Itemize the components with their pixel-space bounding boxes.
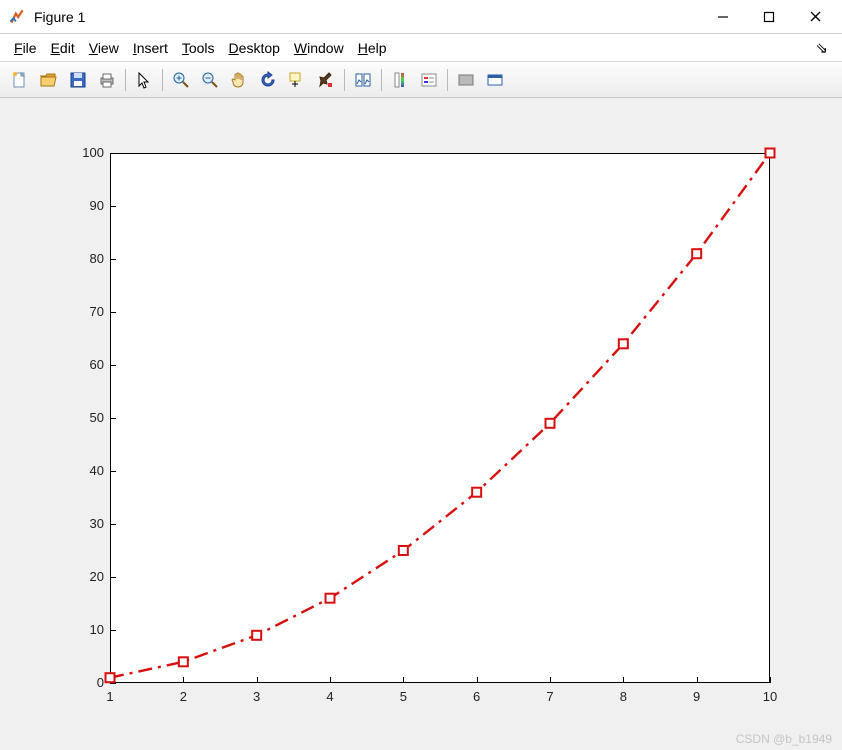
menu-edit[interactable]: Edit xyxy=(45,38,81,58)
pointer-button[interactable] xyxy=(130,66,158,94)
data-marker xyxy=(766,149,775,158)
data-marker xyxy=(692,249,701,258)
pan-button[interactable] xyxy=(225,66,253,94)
data-marker xyxy=(399,546,408,555)
menu-mnemonic: D xyxy=(229,40,239,56)
show-tools-button[interactable] xyxy=(481,66,509,94)
data-marker xyxy=(252,631,261,640)
menu-help[interactable]: Help xyxy=(352,38,393,58)
print-button[interactable] xyxy=(93,66,121,94)
figure-area: CSDN @b_b1949 01020304050607080901001234… xyxy=(0,98,842,750)
matlab-icon xyxy=(8,8,26,26)
close-button[interactable] xyxy=(792,2,838,32)
toolbar-separator xyxy=(125,69,126,91)
zoom-in-button[interactable] xyxy=(167,66,195,94)
folder-open-icon xyxy=(39,70,59,90)
menu-mnemonic: T xyxy=(182,40,189,56)
cursor-icon xyxy=(134,70,154,90)
data-marker xyxy=(326,594,335,603)
menu-label-rest: ools xyxy=(189,40,215,56)
menu-mnemonic: V xyxy=(89,40,98,56)
data-marker xyxy=(472,488,481,497)
open-button[interactable] xyxy=(35,66,63,94)
menu-bar: FileEditViewInsertToolsDesktopWindowHelp… xyxy=(0,34,842,62)
show-tools-icon xyxy=(485,70,505,90)
link-plots-icon xyxy=(353,70,373,90)
printer-icon xyxy=(97,70,117,90)
hide-tools-icon xyxy=(456,70,476,90)
menu-desktop[interactable]: Desktop xyxy=(223,38,286,58)
new-file-icon xyxy=(10,70,30,90)
menu-insert[interactable]: Insert xyxy=(127,38,174,58)
menu-label-rest: nsert xyxy=(137,40,168,56)
toolbar-separator xyxy=(381,69,382,91)
data-marker xyxy=(619,339,628,348)
menu-label-rest: esktop xyxy=(239,40,280,56)
toolbar-separator xyxy=(447,69,448,91)
minimize-icon xyxy=(717,11,729,23)
rotate-3d-button[interactable] xyxy=(254,66,282,94)
menu-label-rest: elp xyxy=(368,40,387,56)
menu-mnemonic: E xyxy=(51,40,60,56)
menu-mnemonic: H xyxy=(358,40,368,56)
floppy-disk-icon xyxy=(68,70,88,90)
menu-view[interactable]: View xyxy=(83,38,125,58)
data-cursor-button[interactable] xyxy=(283,66,311,94)
zoom-in-icon xyxy=(171,70,191,90)
menu-label-rest: dit xyxy=(60,40,75,56)
menu-mnemonic: F xyxy=(14,40,23,56)
data-marker xyxy=(106,673,115,682)
brush-button[interactable] xyxy=(312,66,340,94)
series-line xyxy=(110,153,770,678)
new-figure-button[interactable] xyxy=(6,66,34,94)
menu-window[interactable]: Window xyxy=(288,38,350,58)
data-cursor-icon xyxy=(287,70,307,90)
rotate-icon xyxy=(258,70,278,90)
colorbar-button[interactable] xyxy=(386,66,414,94)
toolbar-separator xyxy=(344,69,345,91)
menu-label-rest: ile xyxy=(23,40,37,56)
link-button[interactable] xyxy=(349,66,377,94)
zoom-out-icon xyxy=(200,70,220,90)
save-button[interactable] xyxy=(64,66,92,94)
menu-label-rest: indow xyxy=(307,40,344,56)
title-bar: Figure 1 xyxy=(0,0,842,34)
window-title: Figure 1 xyxy=(34,9,85,25)
hide-tools-button[interactable] xyxy=(452,66,480,94)
close-icon xyxy=(809,10,822,23)
dock-arrow-icon[interactable]: ⇘ xyxy=(815,39,834,57)
minimize-button[interactable] xyxy=(700,2,746,32)
menu-label-rest: iew xyxy=(98,40,119,56)
brush-icon xyxy=(316,70,336,90)
maximize-icon xyxy=(763,11,775,23)
menu-file[interactable]: File xyxy=(8,38,43,58)
hand-icon xyxy=(229,70,249,90)
legend-button[interactable] xyxy=(415,66,443,94)
toolbar xyxy=(0,62,842,98)
data-marker xyxy=(179,657,188,666)
toolbar-separator xyxy=(162,69,163,91)
maximize-button[interactable] xyxy=(746,2,792,32)
menu-tools[interactable]: Tools xyxy=(176,38,221,58)
line-series xyxy=(0,98,842,750)
zoom-out-button[interactable] xyxy=(196,66,224,94)
menu-mnemonic: W xyxy=(294,40,307,56)
colorbar-icon xyxy=(390,70,410,90)
data-marker xyxy=(546,419,555,428)
legend-icon xyxy=(419,70,439,90)
